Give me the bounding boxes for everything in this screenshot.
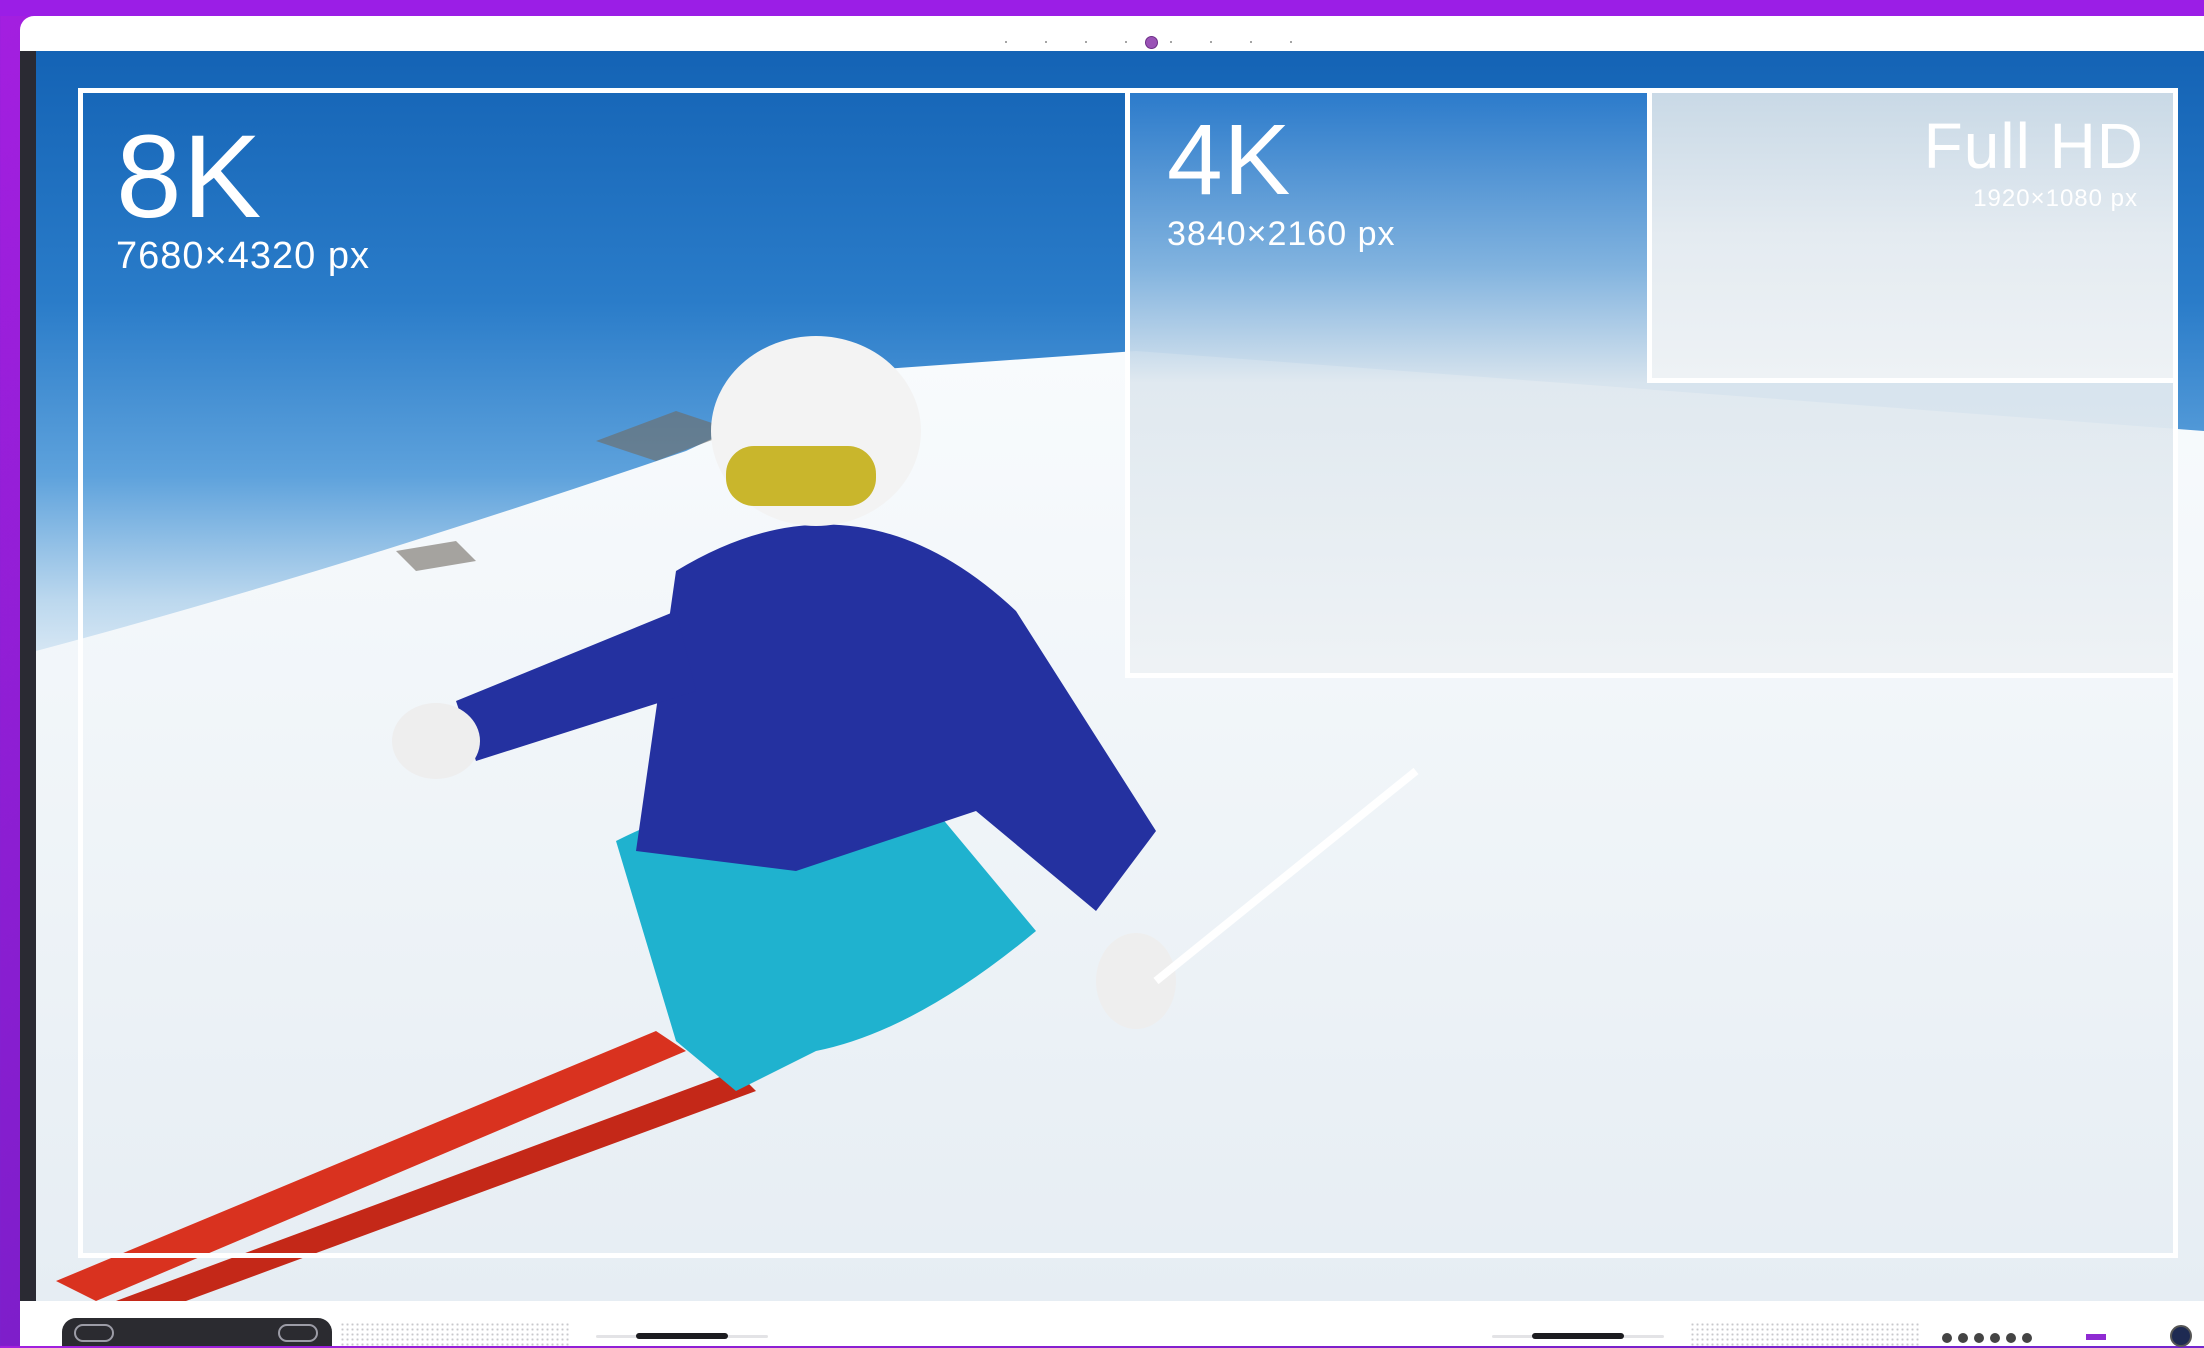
top-accent-band <box>0 0 2204 16</box>
status-indicator <box>2086 1334 2106 1340</box>
resolution-pixels-full-hd: 1920×1080 px <box>1973 185 2138 212</box>
left-bezel <box>20 51 36 1301</box>
speaker-grille-left <box>340 1322 570 1346</box>
resolution-title-full-hd: Full HD <box>1923 110 2144 182</box>
resolution-title-8k: 8K <box>116 111 263 243</box>
resolution-pixels-8k: 7680×4320 px <box>116 235 370 277</box>
slider-knob-right[interactable] <box>1532 1333 1624 1339</box>
resolution-pixels-4k: 3840×2160 px <box>1167 215 1396 253</box>
wireless-icon <box>74 1324 114 1342</box>
slider-knob-left[interactable] <box>636 1333 728 1339</box>
speaker-grille-right <box>1690 1322 1920 1346</box>
display-screen: 8K 7680×4320 px 4K 3840×2160 px Full HD … <box>36 51 2204 1301</box>
port-panel <box>62 1318 332 1346</box>
camera-strip <box>1005 36 1305 50</box>
resolution-title-4k: 4K <box>1167 104 1292 216</box>
power-icon[interactable] <box>2170 1325 2192 1347</box>
control-buttons[interactable] <box>1942 1330 2038 1343</box>
network-icon <box>278 1324 318 1342</box>
camera-icon <box>1145 36 1158 49</box>
